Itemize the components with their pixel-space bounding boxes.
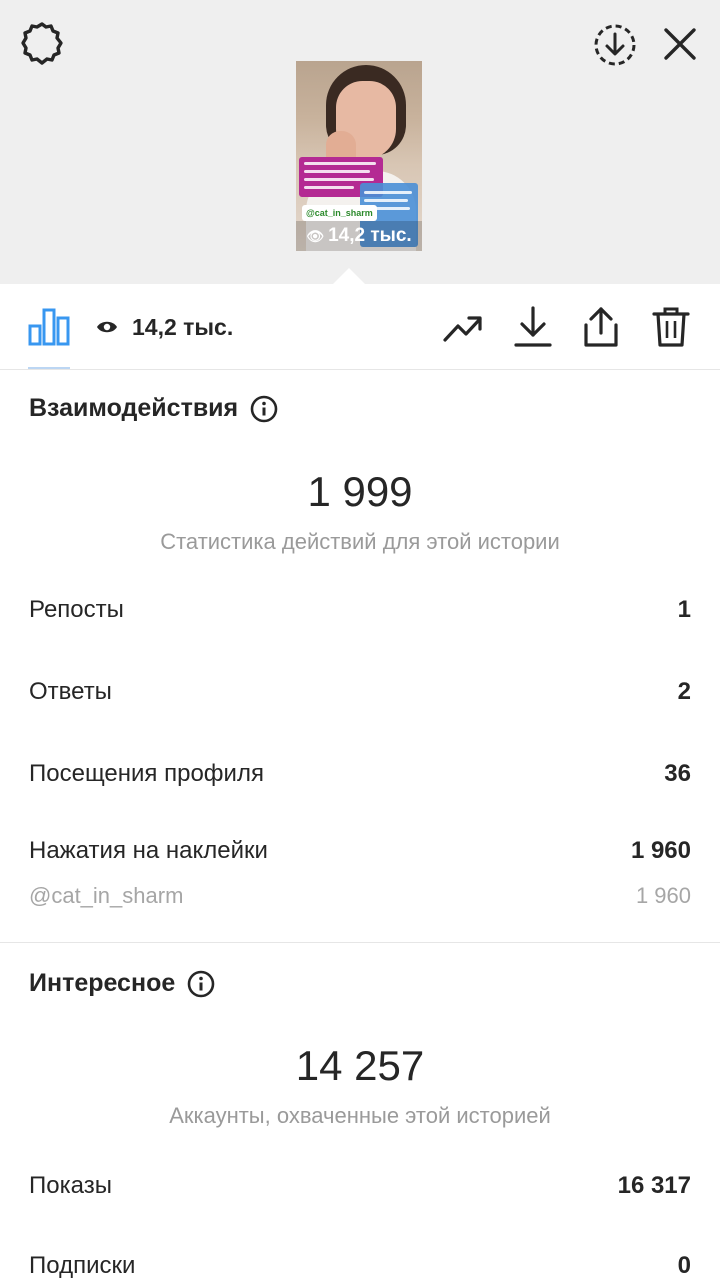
- download-icon[interactable]: [510, 304, 556, 350]
- thumbnail-views-count: 14,2 тыс.: [328, 225, 412, 246]
- stat-value: 36: [664, 760, 691, 787]
- stat-sublabel: @cat_in_sharm: [29, 883, 184, 908]
- discovery-section-title: Интересное: [29, 969, 215, 998]
- insights-tab-bar-chart-icon[interactable]: [24, 302, 74, 350]
- stat-label: Нажатия на наклейки: [29, 837, 268, 864]
- stat-value: 0: [677, 1252, 691, 1279]
- eye-icon: 👁: [306, 227, 325, 244]
- active-tab-indicator: [28, 367, 70, 369]
- sticker-text-line: [304, 162, 376, 165]
- stat-value: 16 317: [617, 1172, 691, 1199]
- stat-row-sticker-mention: @cat_in_sharm 1 960: [29, 883, 691, 909]
- story-preview-area: @cat_in_sharm 👁 14,2 тыс.: [0, 0, 720, 284]
- stat-label: Ответы: [29, 678, 112, 705]
- stat-row-follows: Подписки 0: [29, 1252, 691, 1280]
- stat-value: 1: [677, 596, 691, 623]
- settings-gear-icon[interactable]: [14, 16, 70, 72]
- stat-row-replies: Ответы 2: [29, 678, 691, 706]
- sticker-text-line: [304, 186, 354, 189]
- interactions-section-title: Взаимодействия: [29, 394, 278, 423]
- sticker-text-line: [364, 199, 408, 202]
- stat-row-impressions: Показы 16 317: [29, 1172, 691, 1200]
- stat-row-profile-visits: Посещения профиля 36: [29, 760, 691, 788]
- stat-label: Репосты: [29, 596, 124, 623]
- sticker-text-line: [304, 178, 374, 181]
- section-divider: [0, 942, 720, 943]
- interactions-title-text: Взаимодействия: [29, 394, 239, 422]
- discovery-title-text: Интересное: [29, 969, 176, 997]
- close-icon[interactable]: [652, 16, 708, 72]
- save-story-icon[interactable]: [586, 16, 644, 74]
- sticker-text-line: [364, 191, 412, 194]
- discovery-subtitle: Аккаунты, охваченные этой историей: [169, 1103, 551, 1128]
- promote-trend-icon[interactable]: [440, 304, 486, 350]
- eye-icon: [97, 321, 117, 333]
- stat-value: 1 960: [630, 837, 691, 864]
- stat-row-reposts: Репосты 1: [29, 596, 691, 624]
- thumbnail-views: 👁 14,2 тыс.: [296, 221, 422, 251]
- views-counter: 14,2 тыс.: [96, 310, 233, 344]
- views-count: 14,2 тыс.: [132, 313, 234, 340]
- info-icon[interactable]: [250, 395, 278, 423]
- story-toolbar: 14,2 тыс.: [0, 284, 720, 370]
- stat-label: Посещения профиля: [29, 760, 264, 787]
- mention-sticker: @cat_in_sharm: [302, 205, 377, 221]
- story-thumbnail[interactable]: @cat_in_sharm 👁 14,2 тыс.: [296, 61, 422, 251]
- share-icon[interactable]: [578, 304, 624, 350]
- interactions-subtitle: Статистика действий для этой истории: [160, 529, 560, 554]
- stat-label: Подписки: [29, 1252, 136, 1279]
- delete-trash-icon[interactable]: [648, 304, 694, 350]
- preview-pointer: [333, 268, 365, 284]
- interactions-total: 1 999: [307, 468, 413, 515]
- stat-value: 2: [677, 678, 691, 705]
- stat-label: Показы: [29, 1172, 112, 1199]
- stat-row-sticker-taps: Нажатия на наклейки 1 960: [29, 837, 691, 865]
- sticker-text-line: [304, 170, 370, 173]
- stat-subvalue: 1 960: [635, 883, 691, 908]
- info-icon[interactable]: [187, 970, 215, 998]
- discovery-total: 14 257: [295, 1042, 425, 1089]
